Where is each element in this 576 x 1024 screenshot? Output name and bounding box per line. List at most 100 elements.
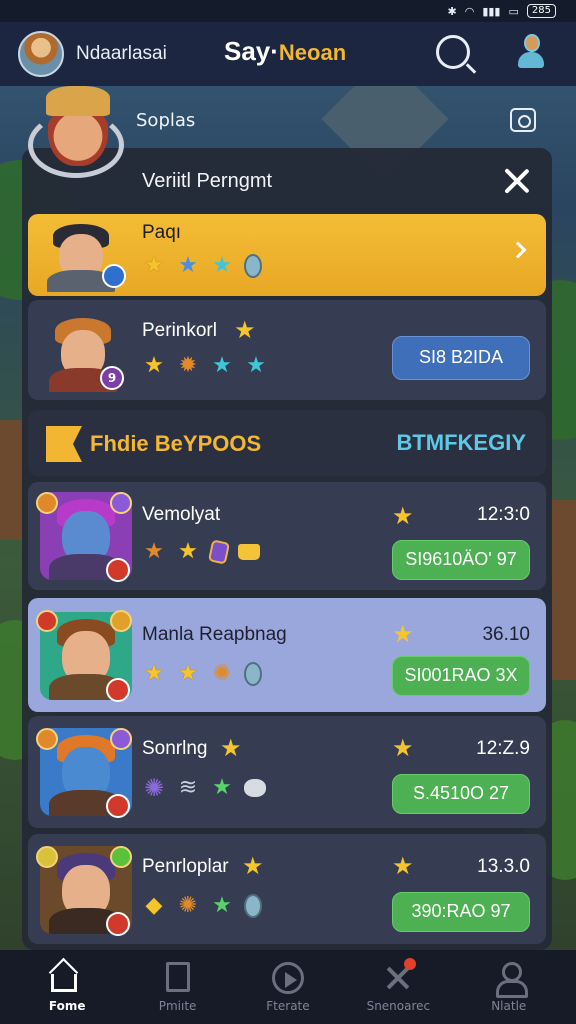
toggle-icon: ▭ [508,4,519,18]
nav-label: Nlatle [491,998,527,1013]
element-badge [110,846,132,868]
element-badge [36,846,58,868]
brand-logo: Say·Neoan [224,36,346,67]
hero-time: 12:Z.9 [476,738,530,759]
gem-icon [244,662,262,686]
star-teal-icon: ★ [212,353,232,378]
wing-icon: ≋ [178,775,198,800]
star-gold-icon: ★ [178,539,198,564]
profile-head [524,34,540,52]
star-blue-icon: ★ [178,253,198,278]
home-icon [51,962,83,994]
hero-stats: ★ ★ ✺ [142,662,262,686]
hero-time: 13.3.0 [477,856,530,877]
featured-hero-row[interactable]: Paqı ★ ★ ★ [28,214,546,296]
bluetooth-icon: ✱ [447,4,457,18]
close-icon[interactable] [502,166,532,196]
section-header: Fhdie BeYPOOS BTMFKEGIY [28,410,546,476]
book-icon [162,961,194,994]
camera-icon[interactable] [510,108,536,132]
chevron-right-icon[interactable] [509,241,527,259]
price-button[interactable]: SI9610ÄO' 97 [392,540,530,580]
app-header: Ndaarlasai Say·Neoan [0,22,576,86]
home-icon-shape [51,973,78,992]
hero-stats: ✺ ≋ ★ [142,776,266,800]
profile-icon[interactable] [516,34,546,70]
price-button[interactable]: SI001RAO 3X [392,656,530,696]
star-orange-icon: ✹ [178,353,198,378]
signal-icon: ▮▮▮ [482,4,501,18]
house-wall-decoration [0,420,24,540]
profile-body [518,52,544,68]
nav-item-home[interactable]: Fome [17,962,117,1013]
gem-icon [244,894,262,918]
hero-stats: ◆ ✺ ★ [142,894,262,918]
element-badge [36,610,58,632]
element-badge [36,492,58,514]
nav-item-combat[interactable]: Snenoarec [348,957,448,1013]
hero-hair [46,86,110,116]
user-avatar[interactable] [18,31,64,77]
battery-indicator: 285 [526,4,556,18]
section-left-label: Fhdie BeYPOOS [90,431,262,456]
panel-title: Veriitl Perngmt [142,170,273,192]
diamond-gold-icon: ◆ [145,893,163,918]
nav-item-play[interactable]: Fterate [238,961,338,1013]
play-icon [271,961,304,994]
nav-item-book[interactable]: Pmiıte [128,961,228,1013]
nav-item-profile[interactable]: Nlatle [459,961,559,1013]
element-badge [110,610,132,632]
hero-name: Perinkorl [142,320,217,341]
hero-portrait[interactable] [26,86,126,182]
star-gold-icon: ★ [178,661,198,686]
star-green-icon: ★ [212,775,232,800]
hero-name: Paqı [142,222,182,243]
section-right-label[interactable]: BTMFKEGIY [396,430,526,456]
wifi-icon: ◠ [464,4,475,18]
hero-list-row-selected[interactable]: Manla Reapbnag ★ ★ ✺ ★ 36.10 SI001RAO 3X [28,598,546,712]
star-icon: ★ [220,734,242,762]
bottom-navigation: Fome Pmiıte Fterate Snenoarec Nlatle [0,950,576,1024]
search-icon[interactable] [436,35,470,69]
star-gold-icon: ★ [144,253,164,278]
level-badge [102,264,126,288]
hero-list-row[interactable]: Vemolyat ★ ★ ★ 12:3:0 SI9610ÄO' 97 [28,482,546,590]
gem-purple-icon [207,539,231,565]
star-teal-icon: ★ [246,353,266,378]
star-gold-icon: ★ [144,353,164,378]
featured-hero-row[interactable]: 9 Perinkorl ★ ★ ✹ ★ ★ SI8 B2IDA [28,300,546,400]
arrow-flag-icon [46,426,82,462]
swirl-gold-icon: ✺ [212,661,232,686]
hero-time: 12:3:0 [477,504,530,525]
element-badge [110,728,132,750]
person-icon [493,961,528,998]
section-left: Fhdie BeYPOOS [46,426,261,462]
rock-icon [244,779,266,797]
crown-icon [238,544,260,560]
crossed-swords-icon [382,957,417,994]
star-icon: ★ [392,852,414,880]
nav-label: Snenoarec [366,998,431,1013]
hero-name: Sonrlng [142,738,208,759]
heroes-panel: Veriitl Perngmt Paqı ★ ★ ★ 9 Perinkorl ★… [22,148,552,950]
brand-part-1: Say· [224,36,279,66]
price-button[interactable]: 390:RAO 97 [392,892,530,932]
star-green-icon: ★ [212,893,232,918]
star-icon: ★ [392,502,414,530]
username: Ndaarlasai [76,43,167,64]
level-badge: 9 [100,366,124,390]
nav-label: Fome [48,998,86,1013]
element-badge [110,492,132,514]
hero-list-row[interactable]: Penrloplar ★ ◆ ✺ ★ ★ 13.3.0 390:RAO 97 [28,834,546,944]
hero-name: Manla Reapbnag [142,624,287,645]
notification-dot [404,957,417,970]
hero-list-row[interactable]: Sonrlng ★ ✺ ≋ ★ ★ 12:Z.9 S.4510O 27 [28,716,546,828]
level-badge [106,912,130,936]
swirl-orange-icon: ✺ [178,893,198,918]
price-button[interactable]: S.4510O 27 [392,774,530,814]
hero-stats: ★ ★ ★ [142,254,262,278]
star-teal-icon: ★ [212,253,232,278]
level-badge [106,794,130,818]
brand-part-2: Neoan [278,40,347,65]
price-button[interactable]: SI8 B2IDA [392,336,530,380]
